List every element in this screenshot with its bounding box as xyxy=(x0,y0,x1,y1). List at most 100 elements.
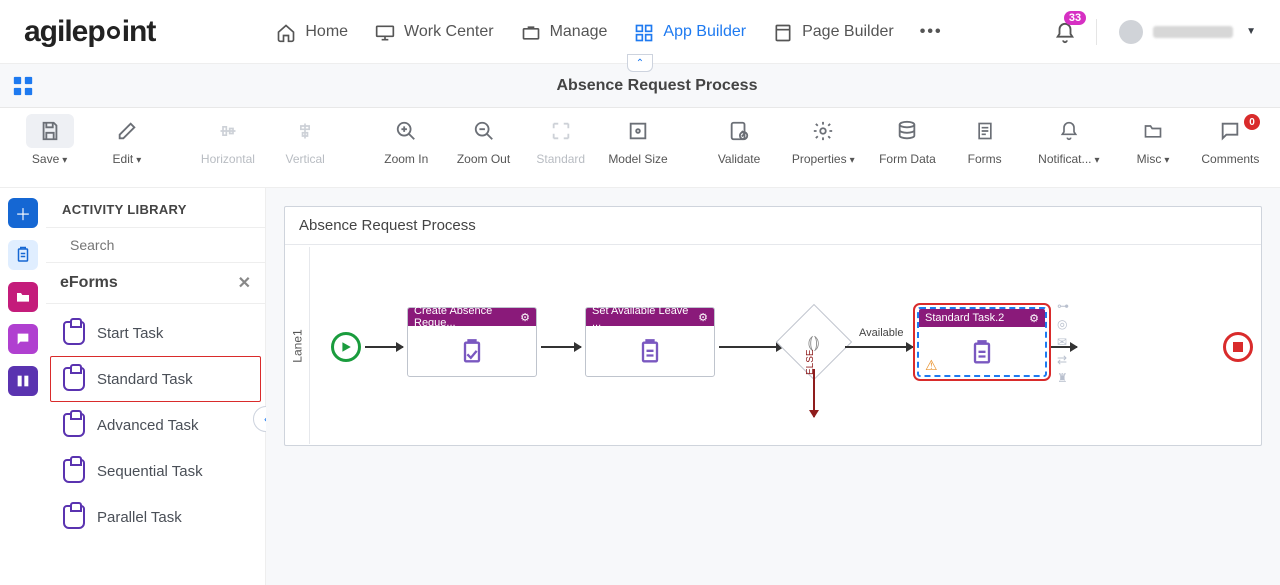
tool-label: Forms xyxy=(968,152,1002,166)
nav-label: App Builder xyxy=(663,23,746,41)
user-name xyxy=(1153,26,1233,38)
nav-home[interactable]: Home xyxy=(275,23,348,41)
search-row xyxy=(46,227,265,263)
save-icon xyxy=(39,120,61,142)
task-label: Advanced Task xyxy=(97,417,198,434)
rail-item-3[interactable] xyxy=(8,324,38,354)
clipboard-icon xyxy=(14,246,32,264)
mail-icon[interactable]: ✉ xyxy=(1057,335,1069,349)
activity-library-panel: ACTIVITY LIBRARY eForms ✕ Start Task Sta… xyxy=(46,188,266,585)
tool-edit[interactable]: Edit▾ xyxy=(91,114,162,180)
divider xyxy=(1096,19,1097,45)
apps-grid-button[interactable] xyxy=(12,75,34,97)
tool-label: Zoom In xyxy=(384,152,428,166)
sequence-flow[interactable] xyxy=(541,346,581,348)
zoom-in-icon xyxy=(395,120,417,142)
tool-label: Notificat... xyxy=(1038,152,1091,166)
process-canvas[interactable]: Absence Request Process Lane1 Create Abs… xyxy=(284,206,1262,446)
nav-work-center[interactable]: Work Center xyxy=(374,23,494,41)
canvas-wrapper: Absence Request Process Lane1 Create Abs… xyxy=(266,188,1280,585)
clipboard-icon xyxy=(63,505,85,529)
nav-manage[interactable]: Manage xyxy=(520,23,608,41)
tool-form-data[interactable]: Form Data xyxy=(872,114,943,180)
tool-horizontal: Horizontal xyxy=(192,114,263,180)
forms-icon xyxy=(975,120,995,142)
tool-label: Model Size xyxy=(608,152,667,166)
clipboard-icon xyxy=(63,413,85,437)
left-rail: ＋ xyxy=(0,188,46,585)
chevron-down-icon: ▼ xyxy=(1246,26,1256,37)
gear-icon xyxy=(812,120,834,142)
warning-icon[interactable]: ⚠ xyxy=(925,357,938,374)
swap-icon[interactable]: ⇄ xyxy=(1057,353,1069,367)
task-start[interactable]: Start Task xyxy=(50,310,261,356)
tool-zoom-in[interactable]: Zoom In xyxy=(371,114,442,180)
gear-icon[interactable]: ⚙ xyxy=(698,311,708,324)
align-horizontal-icon xyxy=(217,121,239,141)
search-input[interactable] xyxy=(68,236,253,254)
task-advanced[interactable]: Advanced Task xyxy=(50,402,261,448)
tool-notifications[interactable]: Notificat...▾ xyxy=(1026,114,1111,180)
tool-validate[interactable]: Validate xyxy=(703,114,774,180)
page-title: Absence Request Process xyxy=(34,77,1280,95)
rail-activity-library[interactable] xyxy=(8,240,38,270)
clipboard-icon xyxy=(63,459,85,483)
tool-zoom-out[interactable]: Zoom Out xyxy=(448,114,519,180)
start-event[interactable] xyxy=(331,332,361,362)
node-set-available-leave[interactable]: Set Available Leave ...⚙ xyxy=(585,307,715,377)
gear-icon[interactable]: ⚙ xyxy=(520,311,530,324)
target-icon[interactable]: ◎ xyxy=(1057,317,1069,331)
node-create-absence[interactable]: Create Absence Reque...⚙ xyxy=(407,307,537,377)
sequence-flow[interactable] xyxy=(365,346,403,348)
tool-label: Comments xyxy=(1201,152,1259,166)
node-title: Set Available Leave ... xyxy=(592,305,698,329)
org-icon[interactable]: ♜ xyxy=(1057,371,1069,385)
swimlane-header[interactable]: Lane1 xyxy=(286,247,310,444)
collapse-toggle[interactable]: ⌃ xyxy=(627,54,653,72)
edge-label-else: ELSE xyxy=(805,349,816,375)
gear-icon[interactable]: ⚙ xyxy=(1029,312,1039,325)
end-event[interactable] xyxy=(1223,332,1253,362)
rail-item-4[interactable] xyxy=(8,366,38,396)
home-icon xyxy=(275,23,297,41)
rail-add-button[interactable]: ＋ xyxy=(8,198,38,228)
sequence-flow[interactable] xyxy=(845,346,913,348)
tool-label: Properties xyxy=(792,152,847,166)
lane-label: Lane1 xyxy=(291,329,305,362)
main-body: ＋ ACTIVITY LIBRARY eForms ✕ Start Task S… xyxy=(0,188,1280,585)
tool-comments[interactable]: 0 Comments xyxy=(1195,114,1266,180)
task-parallel[interactable]: Parallel Task xyxy=(50,494,261,540)
close-icon[interactable]: ✕ xyxy=(238,273,251,293)
section-header[interactable]: eForms ✕ xyxy=(46,263,265,304)
validate-icon xyxy=(728,120,750,142)
folder-icon xyxy=(1142,121,1164,141)
connector-icon[interactable]: ⊶ xyxy=(1057,299,1069,313)
align-vertical-icon xyxy=(295,120,315,142)
node-title: Create Absence Reque... xyxy=(414,305,520,329)
nav-label: Manage xyxy=(550,23,608,41)
tool-save[interactable]: Save▾ xyxy=(14,114,85,180)
tool-label: Validate xyxy=(718,152,760,166)
model-size-icon xyxy=(627,120,649,142)
rail-item-2[interactable] xyxy=(8,282,38,312)
task-label: Start Task xyxy=(97,325,163,342)
nav-app-builder[interactable]: App Builder xyxy=(633,23,746,41)
task-sequential[interactable]: Sequential Task xyxy=(50,448,261,494)
tool-label: Zoom Out xyxy=(457,152,510,166)
tool-forms[interactable]: Forms xyxy=(949,114,1020,180)
task-standard[interactable]: Standard Task xyxy=(50,356,261,402)
nav-page-builder[interactable]: Page Builder xyxy=(772,23,894,41)
clipboard-icon xyxy=(968,339,996,367)
tool-misc[interactable]: Misc▾ xyxy=(1117,114,1188,180)
page-icon xyxy=(772,23,794,41)
logo: agilepint xyxy=(24,15,155,49)
tool-model-size[interactable]: Model Size xyxy=(602,114,673,180)
nav-more[interactable]: ••• xyxy=(920,23,943,41)
tool-properties[interactable]: Properties▾ xyxy=(781,114,866,180)
sequence-flow-else[interactable] xyxy=(813,369,815,417)
comments-badge: 0 xyxy=(1244,114,1260,130)
user-menu[interactable]: ▼ xyxy=(1119,20,1256,44)
sequence-flow[interactable] xyxy=(719,346,783,348)
notifications-button[interactable]: 33 xyxy=(1054,21,1074,43)
toolbar: Save▾ Edit▾ Horizontal Vertical Zoom In … xyxy=(0,108,1280,188)
